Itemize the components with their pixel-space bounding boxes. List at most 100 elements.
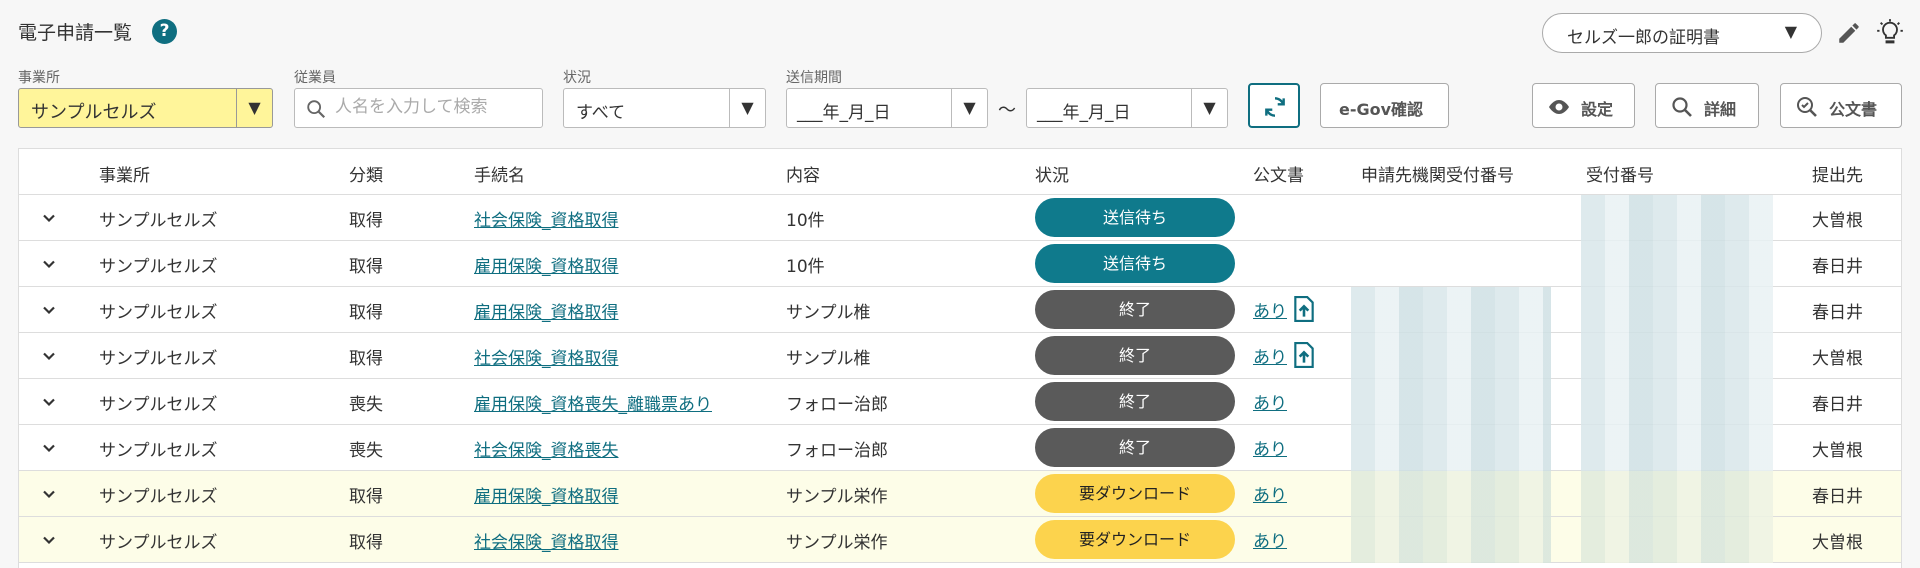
row-procedure-link[interactable]: 雇用保険_資格取得 — [474, 482, 619, 507]
status-badge: 送信待ち — [1035, 244, 1235, 283]
table-row[interactable]: サンプルセルズ 喪失 雇用保険_資格喪失_離職票あり フォロー治郎 終了 あり 春日井 — [19, 379, 1901, 425]
official-doc-link[interactable]: あり — [1253, 389, 1287, 414]
row-content: フォロー治郎 — [786, 395, 888, 415]
page-title: 電子申請一覧 — [18, 22, 133, 44]
expand-chevron-icon[interactable] — [39, 208, 59, 228]
row-procedure-link[interactable]: 社会保険_資格取得 — [474, 344, 619, 369]
receipt-no-redacted — [1581, 287, 1773, 333]
file-upload-icon[interactable] — [1293, 342, 1315, 368]
expand-chevron-icon[interactable] — [39, 300, 59, 320]
receipt-no-redacted — [1581, 241, 1773, 287]
help-icon[interactable]: ? — [152, 19, 177, 44]
table-row[interactable]: サンプルセルズ 取得 雇用保険_資格取得 サンプル椎 終了 あり 春日井 — [19, 287, 1901, 333]
receipt-no-redacted — [1581, 517, 1773, 563]
employee-search-input[interactable] — [294, 88, 543, 128]
date-from-value: ___年_月_日 — [797, 103, 891, 123]
certificate-select[interactable]: セルズ一郎の証明書 ▼ — [1542, 13, 1822, 53]
row-category: 取得 — [349, 257, 383, 277]
row-office: サンプルセルズ — [99, 303, 218, 323]
date-to-select[interactable]: ___年_月_日 ▼ — [1026, 88, 1228, 128]
status-filter-label: 状況 — [563, 70, 591, 86]
refresh-button[interactable] — [1248, 83, 1300, 128]
office-filter-label: 事業所 — [18, 70, 60, 86]
row-procedure-link[interactable]: 社会保険_資格喪失 — [474, 436, 619, 461]
table-row[interactable]: サンプルセルズ 取得 社会保険_資格取得 10件 送信待ち 大曽根 — [19, 195, 1901, 241]
expand-chevron-icon[interactable] — [39, 484, 59, 504]
receipt-no-redacted — [1581, 471, 1773, 517]
table-row[interactable]: サンプルセルズ 取得 社会保険_資格取得 サンプル栄作 要ダウンロード あり 大曽根 — [19, 517, 1901, 563]
row-content: サンプル椎 — [786, 349, 871, 369]
row-procedure-link[interactable]: 雇用保険_資格取得 — [474, 252, 619, 277]
expand-chevron-icon[interactable] — [39, 530, 59, 550]
certificate-select-label: セルズ一郎の証明書 — [1567, 28, 1720, 48]
table-row[interactable]: サンプルセルズ 取得 社会保険_資格取得 サンプル椎 終了 あり 大曽根 — [19, 333, 1901, 379]
agency-receipt-no-redacted — [1351, 287, 1551, 333]
search-icon — [1672, 97, 1692, 117]
chevron-down-icon: ▼ — [1784, 22, 1797, 41]
expand-chevron-icon[interactable] — [39, 254, 59, 274]
official-doc-link[interactable]: あり — [1253, 527, 1287, 552]
col-receipt-no: 受付番号 — [1586, 166, 1654, 186]
chevron-down-icon[interactable]: ▼ — [1191, 89, 1227, 127]
employee-filter-label: 従業員 — [294, 70, 336, 86]
official-doc-link[interactable]: あり — [1253, 343, 1287, 368]
row-category: 取得 — [349, 533, 383, 553]
row-procedure-link[interactable]: 社会保険_資格取得 — [474, 206, 619, 231]
table-row[interactable]: サンプルセルズ 取得 雇用保険_資格取得 10件 送信待ち 春日井 — [19, 241, 1901, 287]
receipt-no-redacted — [1581, 195, 1773, 241]
row-procedure-link[interactable]: 雇用保険_資格取得 — [474, 298, 619, 323]
official-doc-link[interactable]: あり — [1253, 297, 1287, 322]
chevron-down-icon[interactable]: ▼ — [951, 89, 987, 127]
col-category: 分類 — [349, 166, 383, 186]
table-row[interactable]: サンプルセルズ 取得 雇用保険_資格取得 サンプル栄作 要ダウンロード あり 春日井 — [19, 471, 1901, 517]
table-row[interactable]: サンプルセルズ 喪失 社会保険_資格喪失 フォロー治郎 終了 あり 大曽根 — [19, 425, 1901, 471]
status-badge: 要ダウンロード — [1035, 520, 1235, 559]
row-procedure-link[interactable]: 雇用保険_資格喪失_離職票あり — [474, 390, 712, 415]
col-status: 状況 — [1035, 166, 1069, 186]
row-content: フォロー治郎 — [786, 441, 888, 461]
receipt-no-redacted — [1581, 379, 1773, 425]
row-destination: 春日井 — [1812, 487, 1863, 507]
pencil-icon[interactable] — [1836, 20, 1862, 46]
row-category: 喪失 — [349, 395, 383, 415]
date-range-separator: ～ — [998, 100, 1016, 121]
official-doc-link[interactable]: あり — [1253, 481, 1287, 506]
official-doc-link[interactable]: あり — [1253, 435, 1287, 460]
row-content: サンプル椎 — [786, 303, 871, 323]
search-icon — [307, 100, 326, 119]
expand-chevron-icon[interactable] — [39, 392, 59, 412]
detail-button[interactable]: 詳細 — [1655, 83, 1759, 128]
status-select[interactable]: すべて ▼ — [563, 88, 766, 128]
employee-search-field[interactable] — [335, 97, 535, 117]
chevron-down-icon[interactable]: ▼ — [236, 89, 272, 127]
col-office: 事業所 — [99, 166, 150, 186]
file-upload-icon[interactable] — [1293, 296, 1315, 322]
agency-receipt-no-redacted — [1351, 425, 1551, 471]
date-from-select[interactable]: ___年_月_日 ▼ — [786, 88, 988, 128]
expand-chevron-icon[interactable] — [39, 438, 59, 458]
settings-label: 設定 — [1581, 100, 1614, 119]
egov-check-button[interactable]: e-Gov確認 — [1320, 83, 1449, 128]
row-destination: 大曽根 — [1812, 211, 1863, 231]
application-table: 事業所 分類 手続名 内容 状況 公文書 申請先機関受付番号 受付番号 提出先 … — [18, 148, 1902, 568]
settings-button[interactable]: 設定 — [1532, 83, 1635, 128]
row-destination: 大曽根 — [1812, 441, 1863, 461]
official-doc-button[interactable]: 公文書 — [1780, 83, 1902, 128]
row-destination: 大曽根 — [1812, 533, 1863, 553]
expand-chevron-icon[interactable] — [39, 346, 59, 366]
agency-receipt-no-redacted — [1351, 379, 1551, 425]
row-category: 喪失 — [349, 441, 383, 461]
row-office: サンプルセルズ — [99, 211, 218, 231]
table-header: 事業所 分類 手続名 内容 状況 公文書 申請先機関受付番号 受付番号 提出先 — [19, 149, 1901, 195]
agency-receipt-no-redacted — [1351, 517, 1551, 563]
lightbulb-icon[interactable] — [1876, 18, 1904, 46]
row-category: 取得 — [349, 211, 383, 231]
row-office: サンプルセルズ — [99, 487, 218, 507]
status-select-value: すべて — [576, 103, 626, 123]
row-content: サンプル栄作 — [786, 533, 888, 553]
office-select[interactable]: サンプルセルズ ▼ — [18, 88, 273, 128]
chevron-down-icon[interactable]: ▼ — [729, 89, 765, 127]
status-badge: 終了 — [1035, 290, 1235, 329]
row-procedure-link[interactable]: 社会保険_資格取得 — [474, 528, 619, 553]
office-select-value: サンプルセルズ — [31, 102, 157, 123]
